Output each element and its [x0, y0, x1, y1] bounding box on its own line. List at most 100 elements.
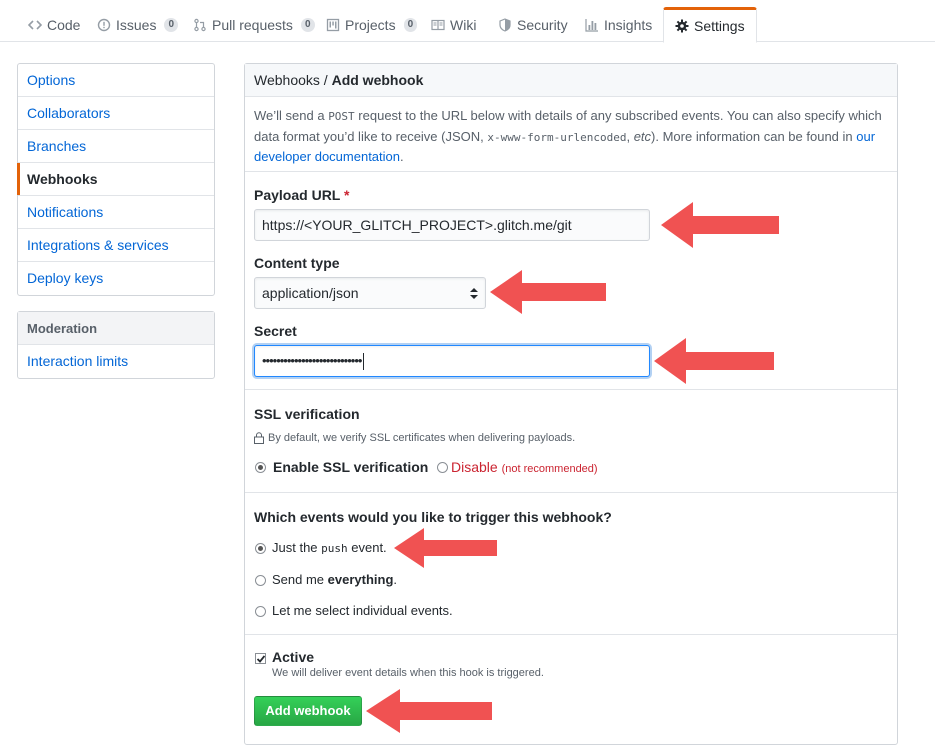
code-icon: [28, 20, 42, 30]
events-individual-radio[interactable]: [255, 606, 266, 617]
events-push-radio[interactable]: [255, 543, 266, 554]
sidebar-item-integrations[interactable]: Integrations & services: [18, 229, 214, 262]
moderation-sidebar: Moderation Interaction limits: [17, 311, 215, 379]
tab-pull-requests[interactable]: Pull requests 0: [193, 8, 315, 42]
intro-etc: etc: [633, 128, 652, 144]
shield-icon: [499, 18, 511, 32]
tab-security[interactable]: Security: [498, 8, 568, 42]
settings-sidebar: Options Collaborators Branches Webhooks …: [17, 63, 215, 296]
tab-projects-label: Projects: [345, 17, 396, 33]
tab-settings-label: Settings: [694, 18, 745, 34]
projects-counter: 0: [403, 18, 418, 32]
tab-pull-requests-label: Pull requests: [212, 17, 293, 33]
ssl-heading: SSL verification: [254, 406, 360, 422]
tab-insights[interactable]: Insights: [585, 8, 652, 42]
sidebar-item-branches[interactable]: Branches: [18, 130, 214, 163]
annotation-arrow-payload: [661, 202, 779, 248]
content-type-value: application/json: [262, 285, 359, 301]
issues-counter: 0: [164, 18, 179, 32]
secret-input[interactable]: ••••••••••••••••••••••••••••: [254, 345, 650, 377]
sidebar-item-interaction-limits[interactable]: Interaction limits: [18, 345, 214, 378]
ssl-enable-label[interactable]: Enable SSL verification: [273, 459, 428, 475]
code-urlencoded: x-www-form-urlencoded: [487, 130, 627, 144]
breadcrumb-separator: /: [319, 72, 332, 88]
events-everything-post: .: [393, 572, 398, 587]
ssl-disable-note: (not recommended): [501, 463, 598, 475]
secret-value: ••••••••••••••••••••••••••••: [262, 353, 362, 368]
payload-url-label: Payload URL *: [254, 187, 349, 203]
payload-url-label-text: Payload URL: [254, 187, 341, 203]
tab-code[interactable]: Code: [28, 8, 80, 42]
ssl-note: By default, we verify SSL certificates w…: [268, 432, 576, 444]
sidebar-item-options[interactable]: Options: [18, 64, 214, 97]
tab-wiki[interactable]: Wiki: [431, 8, 476, 42]
annotation-arrow-push-event: [394, 528, 497, 568]
ssl-disable-text: Disable: [451, 459, 498, 475]
sidebar-item-collaborators[interactable]: Collaborators: [18, 97, 214, 130]
tab-projects[interactable]: Projects 0: [326, 8, 418, 42]
required-mark: *: [344, 187, 350, 203]
lock-icon: [254, 432, 264, 444]
events-section: Which events would you like to trigger t…: [245, 492, 897, 634]
intro-text-1: We’ll send a: [254, 108, 329, 123]
breadcrumb-webhooks[interactable]: Webhooks: [254, 72, 320, 88]
moderation-heading: Moderation: [18, 312, 214, 345]
issue-icon: [97, 18, 111, 32]
events-everything-pre: Send me: [272, 572, 328, 587]
text-cursor: [363, 353, 365, 371]
pull-requests-counter: 0: [300, 18, 315, 32]
tab-settings[interactable]: Settings: [663, 7, 757, 43]
submit-section: Active We will deliver event details whe…: [245, 634, 897, 744]
page-title: Add webhook: [331, 72, 424, 88]
content-type-label: Content type: [254, 255, 340, 271]
annotation-arrow-content-type: [490, 270, 606, 314]
add-webhook-button[interactable]: Add webhook: [254, 696, 362, 726]
active-label[interactable]: Active: [272, 649, 314, 665]
sidebar-item-notifications[interactable]: Notifications: [18, 196, 214, 229]
events-push-post: event.: [347, 540, 387, 555]
intro-text-5: .: [400, 149, 404, 164]
intro-text-3: ,: [626, 128, 634, 144]
payload-url-input[interactable]: https://<YOUR_GLITCH_PROJECT>.glitch.me/…: [254, 209, 650, 241]
annotation-arrow-add-webhook: [366, 689, 492, 733]
active-checkbox[interactable]: [255, 653, 266, 664]
events-everything-radio[interactable]: [255, 575, 266, 586]
breadcrumb: Webhooks / Add webhook: [245, 64, 897, 97]
tab-security-label: Security: [517, 17, 568, 33]
code-push: push: [321, 542, 348, 555]
events-push-pre: Just the: [272, 540, 322, 555]
gear-icon: [675, 19, 689, 33]
ssl-disable-label[interactable]: Disable (not recommended): [451, 459, 598, 475]
intro-text: We’ll send a POST request to the URL bel…: [254, 106, 884, 167]
ssl-enable-radio[interactable]: [255, 462, 266, 473]
secret-label: Secret: [254, 323, 297, 339]
tab-wiki-label: Wiki: [450, 17, 477, 33]
graph-icon: [585, 19, 598, 32]
events-everything-bold: everything: [327, 572, 394, 587]
payload-url-value: https://<YOUR_GLITCH_PROJECT>.glitch.me/…: [262, 217, 572, 233]
repo-nav: Code Issues 0 Pull requests 0 Projects 0…: [0, 0, 935, 43]
add-webhook-panel: Webhooks / Add webhook We’ll send a POST…: [244, 63, 898, 745]
select-arrows-icon: [470, 288, 478, 299]
events-individual-label[interactable]: Let me select individual events.: [272, 603, 453, 618]
sidebar-item-webhooks[interactable]: Webhooks: [17, 163, 214, 196]
checkmark-icon: [257, 655, 265, 663]
tab-issues[interactable]: Issues 0: [97, 8, 179, 42]
annotation-arrow-secret: [654, 338, 774, 384]
tab-code-label: Code: [47, 17, 81, 33]
tab-issues-label: Issues: [116, 17, 157, 33]
ssl-section: SSL verification By default, we verify S…: [245, 389, 897, 492]
ssl-disable-radio[interactable]: [437, 462, 448, 473]
events-heading: Which events would you like to trigger t…: [254, 509, 612, 525]
active-note: We will deliver event details when this …: [272, 667, 544, 679]
code-post: POST: [328, 110, 355, 123]
events-everything-label[interactable]: Send me everything.: [272, 572, 397, 587]
sidebar-item-deploy-keys[interactable]: Deploy keys: [18, 262, 214, 295]
events-push-label[interactable]: Just the push event.: [272, 540, 387, 555]
pull-request-icon: [194, 18, 206, 32]
intro-text-4: ). More information can be found in: [651, 128, 857, 144]
project-icon: [326, 18, 340, 32]
book-icon: [431, 19, 445, 31]
content-type-select[interactable]: application/json: [254, 277, 486, 309]
tab-insights-label: Insights: [604, 17, 653, 33]
